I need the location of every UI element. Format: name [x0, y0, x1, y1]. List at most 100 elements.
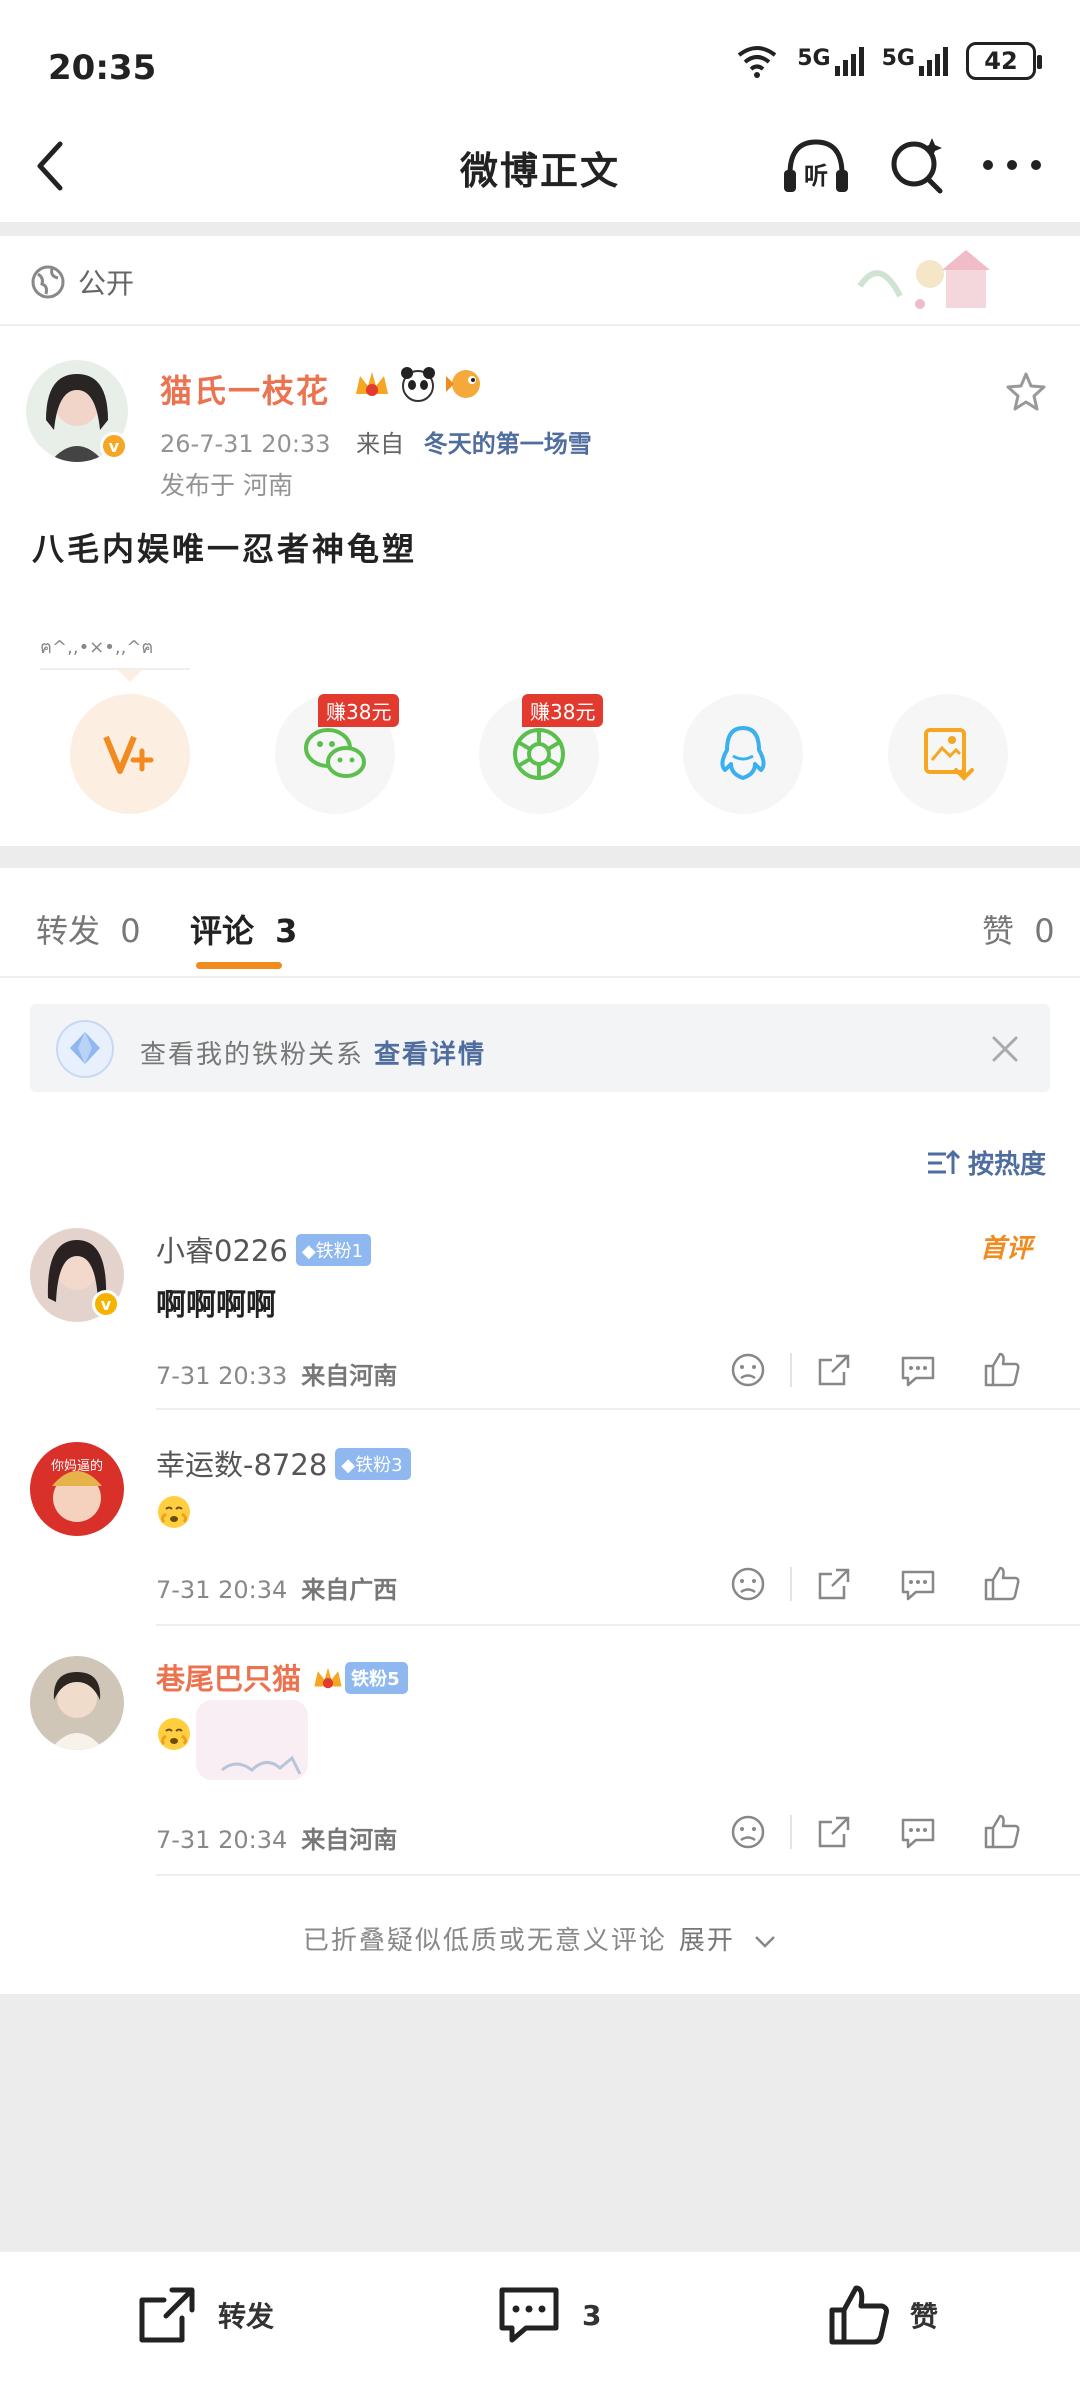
dislike-icon[interactable]: [728, 1564, 768, 1604]
like-label: 赞: [910, 2300, 939, 2333]
tab-likes[interactable]: 赞 0: [982, 906, 1055, 952]
repost-icon: [139, 2287, 195, 2343]
commenter-name-text: 小睿0226: [156, 1234, 288, 1268]
crying-emoji-icon: [158, 1496, 190, 1528]
vplus-share-button[interactable]: [70, 694, 190, 814]
action-separator: [790, 1567, 792, 1601]
kaomoji-underline: [40, 668, 190, 670]
verified-badge-icon: v: [100, 432, 128, 460]
close-banner-button[interactable]: [990, 1034, 1020, 1064]
qq-share-button[interactable]: [683, 694, 803, 814]
like-button[interactable]: 赞: [826, 2282, 938, 2348]
visibility-row: 公开: [30, 262, 134, 302]
wechat-icon: [304, 728, 366, 778]
like-icon[interactable]: [982, 1564, 1022, 1604]
comment-location: 来自广西: [301, 1576, 398, 1604]
tab-likes-count: 0: [1034, 912, 1055, 950]
avatar-image: 你妈逼的: [30, 1442, 124, 1536]
action-separator: [790, 1815, 792, 1849]
poster-name[interactable]: 猫氏一枝花: [160, 366, 330, 412]
commenter-name[interactable]: 巷尾巴只猫 铁粉5: [156, 1656, 408, 1698]
share-icon[interactable]: [814, 1564, 854, 1604]
tab-comments-count: 3: [275, 912, 298, 950]
reply-icon[interactable]: [898, 1350, 938, 1390]
dislike-icon[interactable]: [728, 1812, 768, 1852]
reply-icon[interactable]: [898, 1812, 938, 1852]
signal-2: 5G: [882, 46, 948, 76]
commenter-avatar[interactable]: 你妈逼的: [30, 1442, 124, 1536]
comment-button[interactable]: 3: [494, 2282, 601, 2348]
comment-meta: 7-31 20:33 来自河南: [156, 1356, 397, 1391]
empty-area: [0, 1994, 1080, 2250]
visibility-label: 公开: [78, 267, 135, 300]
comment-meta: 7-31 20:34 来自河南: [156, 1820, 397, 1855]
fan-level-label: 铁粉3: [355, 1455, 403, 1476]
tab-repost[interactable]: 转发 0: [36, 906, 141, 952]
diamond-icon: ◆: [341, 1455, 356, 1476]
more-icon: [983, 160, 1041, 170]
folded-comments-toggle[interactable]: 已折叠疑似低质或无意义评论 展开: [0, 1920, 1080, 1957]
share-icon[interactable]: [814, 1350, 854, 1390]
share-icon[interactable]: [814, 1812, 854, 1852]
section-divider: [0, 846, 1080, 868]
pufferfish-icon: [446, 370, 480, 398]
close-icon: [992, 1036, 1018, 1062]
listen-button[interactable]: 听: [780, 134, 852, 198]
fan-banner-label: 查看我的铁粉关系: [140, 1040, 365, 1070]
comment-actions: [728, 1564, 1022, 1604]
commenter-name-text: 幸运数-8728: [156, 1448, 328, 1482]
like-icon[interactable]: [982, 1350, 1022, 1390]
fan-level-label: 铁粉1: [315, 1241, 364, 1262]
comment-location: 来自河南: [301, 1826, 398, 1854]
status-icons: 5G 5G 42: [735, 42, 1042, 80]
save-image-button[interactable]: [888, 694, 1008, 814]
earn-badge: 赚38元: [318, 694, 400, 727]
chevron-down-icon: [755, 1935, 776, 1948]
post-meta: 26-7-31 20:33 来自 冬天的第一场雪: [160, 424, 592, 459]
diamond-icon: ◆: [301, 1241, 316, 1262]
more-button[interactable]: [980, 140, 1044, 190]
reply-icon[interactable]: [898, 1564, 938, 1604]
commenter-name-text: 巷尾巴只猫: [156, 1662, 302, 1696]
commenter-avatar[interactable]: [30, 1656, 124, 1750]
commenter-name[interactable]: 小睿0226 ◆铁粉1: [156, 1228, 372, 1270]
earn-badge: 赚38元: [522, 694, 604, 727]
dislike-icon[interactable]: [728, 1350, 768, 1390]
post-text: 八毛内娱唯一忍者神龟塑: [32, 530, 418, 568]
comment-time: 7-31 20:34: [156, 1826, 288, 1854]
tab-comments-label: 评论: [190, 912, 255, 950]
diamond-icon: [54, 1018, 116, 1080]
section-divider: [0, 222, 1080, 236]
search-button[interactable]: [888, 134, 948, 198]
fan-level-badge: ◆铁粉3: [335, 1448, 411, 1480]
comment-location: 来自河南: [301, 1362, 398, 1390]
decoration-icon: [857, 250, 990, 309]
comment-text: 啊啊啊啊: [156, 1288, 276, 1323]
sort-icon: [928, 1149, 960, 1174]
tab-likes-label: 赞: [982, 912, 1015, 950]
folded-text: 已折叠疑似低质或无意义评论: [302, 1926, 667, 1956]
qq-icon: [720, 726, 766, 780]
sort-label: 按热度: [968, 1150, 1047, 1180]
fan-banner-link[interactable]: 查看详情: [374, 1040, 486, 1070]
globe-icon: [31, 265, 65, 299]
post-source[interactable]: 冬天的第一场雪: [424, 430, 592, 458]
divider: [156, 1874, 1080, 1876]
commenter-name[interactable]: 幸运数-8728 ◆铁粉3: [156, 1442, 411, 1484]
favorite-button[interactable]: [1004, 370, 1048, 414]
status-time: 20:35: [48, 48, 157, 88]
like-icon: [829, 2285, 889, 2345]
divider: [156, 1624, 1080, 1626]
comment-time: 7-31 20:34: [156, 1576, 288, 1604]
divider: [156, 1408, 1080, 1410]
comment-actions: [728, 1350, 1022, 1390]
search-icon: [891, 138, 943, 194]
comment-meta: 7-31 20:34 来自广西: [156, 1570, 397, 1605]
poster-badges: [352, 364, 484, 404]
like-icon[interactable]: [982, 1812, 1022, 1852]
avatar-image: [30, 1656, 124, 1750]
sort-button[interactable]: 按热度: [926, 1144, 1046, 1181]
tab-comments[interactable]: 评论 3: [190, 906, 297, 952]
repost-button[interactable]: 转发: [134, 2282, 274, 2348]
crown-badge-icon: [314, 1667, 342, 1689]
